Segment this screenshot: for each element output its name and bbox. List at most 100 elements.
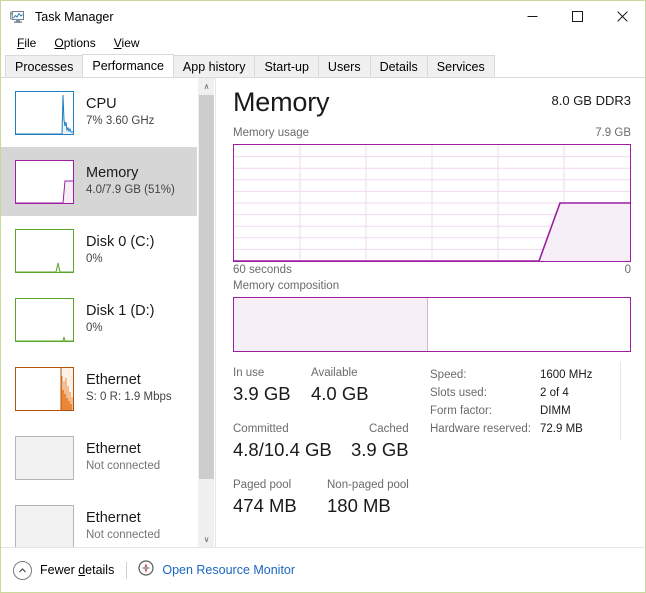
memory-mini-graph [15, 159, 74, 204]
sidebar-item-ethernet-2-title: Ethernet [86, 441, 141, 457]
sidebar-item-ethernet-2[interactable]: Ethernet Not connected [1, 423, 197, 492]
system-info-table: Speed: 1600 MHz Slots used: 2 of 4 Form … [430, 362, 645, 440]
task-manager-icon [10, 9, 26, 25]
scrollbar-thumb[interactable] [199, 95, 214, 479]
menu-options[interactable]: Options [46, 34, 103, 52]
sidebar-item-ethernet-1-sub: S: 0 R: 1.9 Mbps [86, 391, 172, 403]
hardware-summary: 8.0 GB DDR3 [551, 93, 631, 108]
disk0-mini-graph [15, 228, 74, 273]
sysinfo-row-slots: Slots used: 2 of 4 [430, 384, 645, 402]
sidebar-item-disk-1-labels: Disk 1 (D:) 0% [86, 303, 154, 336]
stat-non-paged-pool: Non-paged pool 180 MB [327, 478, 409, 518]
tab-bar: Processes Performance App history Start-… [1, 54, 645, 78]
scroll-up-icon[interactable]: ∧ [198, 78, 215, 95]
sysinfo-hardware-reserved-key: Hardware reserved: [430, 423, 531, 435]
page-title: Memory [233, 87, 330, 117]
composition-in-use-segment [234, 298, 429, 351]
axis-label-left: 60 seconds [233, 264, 292, 276]
sidebar-item-disk-1-title: Disk 1 (D:) [86, 303, 155, 319]
memory-statistics: In use 3.9 GB Available 4.0 GB Committed… [233, 362, 631, 518]
window-controls [510, 1, 645, 32]
status-bar: Fewer details Open Resource Monitor [1, 547, 645, 592]
memory-detail-panel: Memory 8.0 GB DDR3 Memory usage 7.9 GB 6… [216, 78, 645, 548]
window-title: Task Manager [35, 9, 114, 24]
sidebar-item-ethernet-3[interactable]: Ethernet Not connected [1, 492, 197, 548]
tab-users[interactable]: Users [317, 55, 371, 77]
sidebar-item-ethernet-1-labels: Ethernet S: 0 R: 1.9 Mbps [86, 372, 172, 405]
menu-file[interactable]: File [9, 34, 44, 52]
usage-graph-wrap [233, 144, 631, 262]
memory-composition-bar[interactable] [233, 297, 631, 352]
sysinfo-speed-value: 1600 MHz [540, 369, 593, 381]
menu-view[interactable]: View [106, 34, 148, 52]
tab-details[interactable]: Details [369, 55, 428, 77]
composition-caption: Memory composition [233, 280, 340, 292]
ethernet1-mini-graph [15, 366, 74, 411]
resource-monitor-icon [138, 559, 154, 581]
scroll-down-icon[interactable]: ∨ [198, 531, 215, 548]
tab-start-up[interactable]: Start-up [254, 55, 319, 77]
panel-header: Memory 8.0 GB DDR3 [233, 87, 631, 127]
sidebar-item-cpu[interactable]: CPU 7% 3.60 GHz [1, 78, 197, 147]
sysinfo-row-hardware-reserved: Hardware reserved: 72.9 MB [430, 420, 645, 438]
sysinfo-row-speed: Speed: 1600 MHz [430, 366, 645, 384]
stat-paged-pool-value: 474 MB [233, 495, 297, 516]
sysinfo-divider [620, 362, 621, 440]
tab-processes[interactable]: Processes [5, 55, 84, 77]
sidebar-item-ethernet-3-labels: Ethernet Not connected [86, 510, 160, 543]
stat-cached-value: 3.9 GB [351, 439, 409, 460]
sidebar-item-ethernet-3-title: Ethernet [86, 510, 141, 526]
stat-cached-label: Cached [368, 423, 409, 435]
sysinfo-speed-key: Speed: [430, 369, 467, 381]
usage-caption: Memory usage [233, 127, 310, 139]
sysinfo-slots-value: 2 of 4 [540, 387, 569, 399]
stat-paged-pool: Paged pool 474 MB [233, 478, 297, 518]
sidebar-item-disk-0-sub: 0% [86, 253, 103, 265]
sidebar-item-memory-labels: Memory 4.0/7.9 GB (51%) [86, 165, 175, 198]
sidebar-item-disk-1[interactable]: Disk 1 (D:) 0% [1, 285, 197, 354]
sidebar-item-ethernet-3-sub: Not connected [86, 529, 161, 541]
cpu-mini-graph [15, 90, 74, 135]
stat-cached: Cached 3.9 GB [351, 422, 409, 462]
maximize-button[interactable] [555, 1, 600, 32]
stat-available: Available 4.0 GB [311, 366, 369, 406]
usage-max-label: 7.9 GB [595, 127, 631, 139]
task-manager-window: Task Manager File Options View Processes… [0, 0, 646, 593]
stat-committed: Committed 4.8/10.4 GB [233, 422, 332, 462]
sidebar-item-memory-sub: 4.0/7.9 GB (51%) [86, 184, 175, 196]
tab-app-history[interactable]: App history [172, 55, 256, 77]
sidebar-item-cpu-labels: CPU 7% 3.60 GHz [86, 96, 154, 129]
sysinfo-row-form-factor: Form factor: DIMM [430, 402, 645, 420]
sysinfo-form-factor-key: Form factor: [430, 405, 492, 417]
sidebar-item-cpu-title: CPU [86, 96, 117, 112]
minimize-button[interactable] [510, 1, 555, 32]
stat-in-use: In use 3.9 GB [233, 366, 291, 406]
sidebar-item-disk-0-labels: Disk 0 (C:) 0% [86, 234, 154, 267]
tab-services[interactable]: Services [426, 55, 495, 77]
stat-in-use-label: In use [233, 367, 265, 379]
open-resource-monitor-link[interactable]: Open Resource Monitor [138, 559, 296, 581]
memory-usage-graph[interactable] [233, 144, 631, 262]
sysinfo-hardware-reserved-value: 72.9 MB [540, 423, 583, 435]
performance-pane: CPU 7% 3.60 GHz Memory 4.0/7.9 GB (51%) [1, 78, 645, 548]
sidebar-item-memory[interactable]: Memory 4.0/7.9 GB (51%) [1, 147, 197, 216]
usage-caption-row: Memory usage 7.9 GB [233, 127, 631, 142]
sidebar-item-ethernet-1-title: Ethernet [86, 372, 141, 388]
stat-in-use-value: 3.9 GB [233, 383, 291, 404]
status-divider [126, 561, 128, 579]
sidebar-item-ethernet-1[interactable]: Ethernet S: 0 R: 1.9 Mbps [1, 354, 197, 423]
stat-non-paged-pool-label: Non-paged pool [327, 479, 409, 491]
stat-committed-value: 4.8/10.4 GB [233, 439, 332, 460]
sidebar-item-disk-0-title: Disk 0 (C:) [86, 234, 155, 250]
tab-performance[interactable]: Performance [82, 54, 174, 77]
stat-committed-label: Committed [233, 423, 289, 435]
sidebar-item-disk-0[interactable]: Disk 0 (C:) 0% [1, 216, 197, 285]
stat-available-value: 4.0 GB [311, 383, 369, 404]
sidebar-scrollbar[interactable]: ∧ ∨ [197, 78, 214, 548]
close-button[interactable] [600, 1, 645, 32]
stat-available-label: Available [311, 367, 358, 379]
fewer-details-button[interactable]: Fewer details [13, 560, 114, 580]
scrollbar-track[interactable] [198, 95, 215, 531]
resource-monitor-label: Open Resource Monitor [162, 563, 296, 577]
ethernet3-mini-graph [15, 504, 74, 548]
